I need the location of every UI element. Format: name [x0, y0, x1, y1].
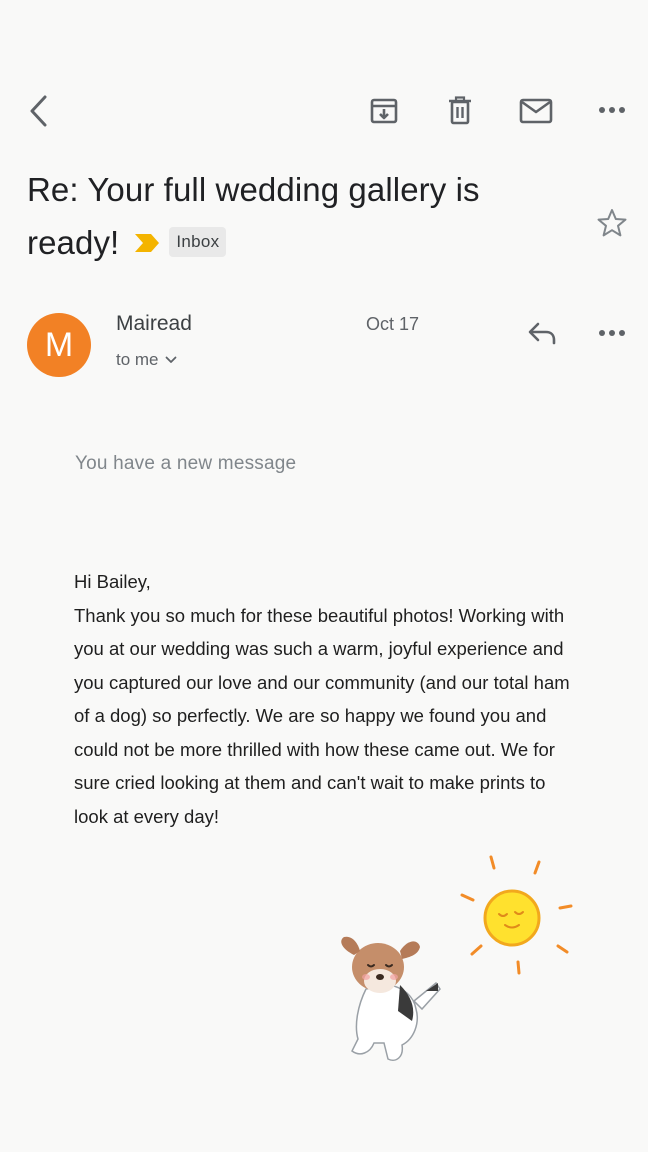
chevron-down-icon: [165, 356, 176, 363]
sender-name[interactable]: Mairead: [116, 312, 192, 336]
archive-button[interactable]: [366, 93, 402, 129]
mark-unread-button[interactable]: [517, 93, 555, 129]
body-greeting: Hi Bailey,: [74, 571, 151, 592]
email-date: Oct 17: [366, 314, 420, 334]
sun-illustration: [460, 855, 573, 975]
trash-icon: [449, 96, 471, 125]
more-horizontal-icon: [599, 330, 625, 336]
subject-text: Re: Your full wedding gallery is ready!: [27, 171, 480, 261]
message-more-button[interactable]: [594, 318, 630, 348]
reply-icon: [528, 322, 556, 345]
back-button[interactable]: [20, 92, 56, 130]
star-button[interactable]: [594, 205, 630, 241]
inbox-label-badge[interactable]: Inbox: [169, 227, 227, 258]
mail-icon: [519, 98, 553, 124]
body-paragraph: Thank you so much for these beautiful ph…: [74, 604, 570, 827]
star-icon: [597, 209, 627, 237]
recipient-details[interactable]: to me: [116, 350, 177, 370]
dog-illustration: [341, 936, 441, 1061]
chevron-left-icon: [30, 95, 47, 127]
more-horizontal-icon: [599, 107, 625, 113]
more-options-button[interactable]: [594, 95, 630, 125]
important-marker-icon[interactable]: [133, 216, 161, 269]
delete-button[interactable]: [442, 93, 478, 129]
email-subject: Re: Your full wedding gallery is ready! I…: [27, 163, 567, 272]
email-body: Hi Bailey, Thank you so much for these b…: [74, 565, 584, 833]
recipient-text: to me: [116, 350, 159, 369]
new-message-notice: You have a new message: [75, 453, 297, 474]
reply-button[interactable]: [524, 316, 560, 350]
sender-avatar[interactable]: M: [27, 313, 91, 377]
archive-icon: [370, 98, 398, 124]
